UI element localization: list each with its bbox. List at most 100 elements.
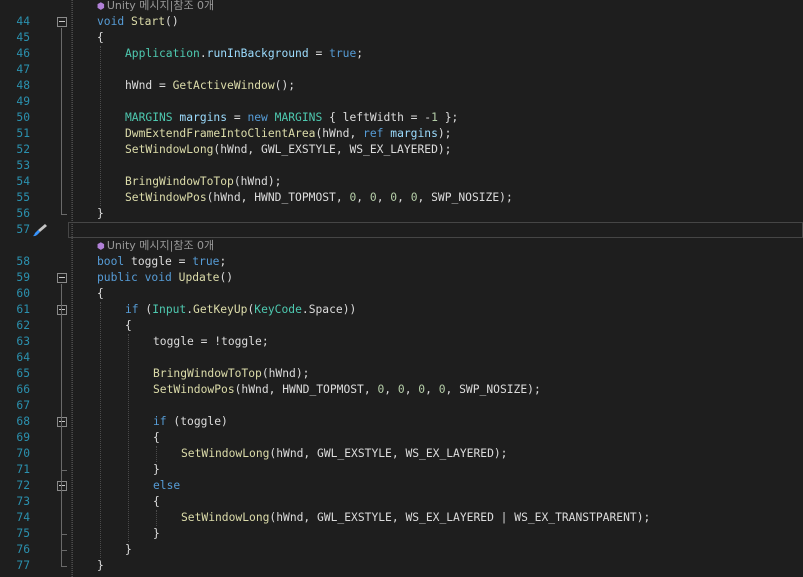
line-number: 53: [16, 159, 30, 172]
code-token: toggle =: [124, 255, 193, 268]
code-token: Start: [131, 15, 166, 28]
line-number: 71: [16, 463, 30, 476]
code-line[interactable]: 56}: [0, 206, 803, 222]
code-line[interactable]: 73 {: [0, 494, 803, 510]
code-line[interactable]: 77}: [0, 558, 803, 574]
code-line[interactable]: 55 SetWindowPos(hWnd, HWND_TOPMOST, 0, 0,…: [0, 190, 803, 206]
code-text: SetWindowPos(hWnd, HWND_TOPMOST, 0, 0, 0…: [125, 190, 513, 206]
code-text: }: [97, 558, 104, 574]
code-line[interactable]: 62 {: [0, 318, 803, 334]
code-text: if (Input.GetKeyUp(KeyCode.Space)): [125, 302, 356, 318]
collapse-toggle-icon[interactable]: [57, 417, 67, 427]
code-line[interactable]: 45 {: [0, 30, 803, 46]
code-token: DwmExtendFrameIntoClientArea: [125, 127, 316, 140]
line-number: 47: [16, 63, 30, 76]
code-line[interactable]: 49: [0, 94, 803, 110]
line-number: 46: [16, 47, 30, 60]
code-line[interactable]: 71}: [0, 462, 803, 478]
code-line[interactable]: 60 {: [0, 286, 803, 302]
collapse-toggle-icon[interactable]: [57, 305, 67, 315]
indent-guide: [100, 302, 101, 558]
code-line[interactable]: 68 if (toggle): [0, 414, 803, 430]
code-token: (toggle): [166, 415, 228, 428]
code-token: ,: [397, 191, 411, 204]
code-line[interactable]: 53: [0, 158, 803, 174]
code-editor[interactable]: ⬢ Unity 메시지|참조 0개 44 void Start() 45{46 Appli…: [0, 0, 803, 577]
code-text: MARGINS margins = new MARGINS { leftWidt…: [125, 110, 458, 126]
code-line[interactable]: 47: [0, 62, 803, 78]
code-token: {: [153, 495, 160, 508]
code-line[interactable]: 44 void Start(): [0, 14, 803, 30]
code-text: toggle = !toggle;: [153, 334, 269, 350]
line-number: 51: [16, 127, 30, 140]
code-token: SetWindowPos: [125, 191, 207, 204]
code-token: void: [97, 15, 132, 28]
code-token: MARGINS: [125, 111, 173, 124]
code-token: Update: [178, 271, 220, 284]
code-line[interactable]: 72 else: [0, 478, 803, 494]
line-number: 54: [16, 175, 30, 188]
line-number: 73: [16, 495, 30, 508]
line-number: 63: [16, 335, 30, 348]
line-number: 75: [16, 527, 30, 540]
code-token: };: [437, 111, 459, 124]
code-line[interactable]: 67: [0, 398, 803, 414]
code-line[interactable]: 57: [0, 222, 803, 238]
code-token: (hWnd);: [233, 175, 282, 188]
code-token: ,: [356, 191, 370, 204]
code-line[interactable]: 76}: [0, 542, 803, 558]
code-token: ,: [376, 191, 391, 204]
brush-icon[interactable]: [32, 223, 48, 237]
code-token: MARGINS: [274, 111, 323, 124]
code-line[interactable]: 52 SetWindowLong(hWnd, GWL_EXSTYLE, WS_EX…: [0, 142, 803, 158]
code-text: bool toggle = true;: [97, 254, 226, 270]
code-line[interactable]: 46 Application.runInBackground = true;: [0, 46, 803, 62]
code-line[interactable]: 70 SetWindowLong(hWnd, GWL_EXSTYLE, WS_EX…: [0, 446, 803, 462]
code-token: {: [125, 319, 132, 332]
code-line[interactable]: 69 {: [0, 430, 803, 446]
code-line[interactable]: 50 MARGINS margins = new MARGINS { leftWi…: [0, 110, 803, 126]
collapse-toggle-icon[interactable]: [57, 273, 67, 283]
code-token: .Space)): [301, 303, 357, 316]
code-token: .: [199, 47, 207, 60]
indent-guide: [156, 446, 157, 462]
line-number: 50: [16, 111, 30, 124]
codelens-references[interactable]: ⬢ Unity 메시지|참조 0개: [0, 0, 803, 14]
code-token: margins: [179, 111, 228, 124]
code-line[interactable]: 59 public void Update(): [0, 270, 803, 286]
code-line[interactable]: 65 BringWindowToTop(hWnd);: [0, 366, 803, 382]
code-line[interactable]: 51 DwmExtendFrameIntoClientArea(hWnd, ref…: [0, 126, 803, 142]
code-line[interactable]: 54 BringWindowToTop(hWnd);: [0, 174, 803, 190]
code-token: Input: [152, 303, 187, 316]
code-line[interactable]: 48 hWnd = GetActiveWindow();: [0, 78, 803, 94]
code-line[interactable]: 74 SetWindowLong(hWnd, GWL_EXSTYLE, WS_EX…: [0, 510, 803, 526]
line-number: 52: [16, 143, 30, 156]
code-token: ,: [425, 383, 439, 396]
codelens-references[interactable]: ⬢ Unity 메시지|참조 0개: [0, 238, 803, 254]
line-number: 58: [16, 255, 30, 268]
line-number: 66: [16, 383, 30, 396]
code-token: BringWindowToTop: [125, 175, 234, 188]
line-number: 76: [16, 543, 30, 556]
code-token: (hWnd,: [315, 127, 364, 140]
code-token: runInBackground: [206, 47, 309, 60]
code-token: 1: [431, 111, 438, 124]
code-line[interactable]: 75}: [0, 526, 803, 542]
code-token: new: [247, 111, 268, 124]
line-number: 69: [16, 431, 30, 444]
collapse-toggle-icon[interactable]: [57, 481, 67, 491]
collapse-toggle-icon[interactable]: [57, 17, 67, 27]
line-number: 74: [16, 511, 30, 524]
code-line[interactable]: 61 if (Input.GetKeyUp(KeyCode.Space)): [0, 302, 803, 318]
code-text: DwmExtendFrameIntoClientArea(hWnd, ref m…: [125, 126, 451, 142]
code-token: true: [192, 255, 220, 268]
line-number: 59: [16, 271, 30, 284]
code-line[interactable]: 63 toggle = !toggle;: [0, 334, 803, 350]
code-line[interactable]: 58 bool toggle = true;: [0, 254, 803, 270]
code-line[interactable]: 64: [0, 350, 803, 366]
code-line[interactable]: 66 SetWindowPos(hWnd, HWND_TOPMOST, 0, 0,…: [0, 382, 803, 398]
code-token: (hWnd, HWND_TOPMOST,: [206, 191, 350, 204]
